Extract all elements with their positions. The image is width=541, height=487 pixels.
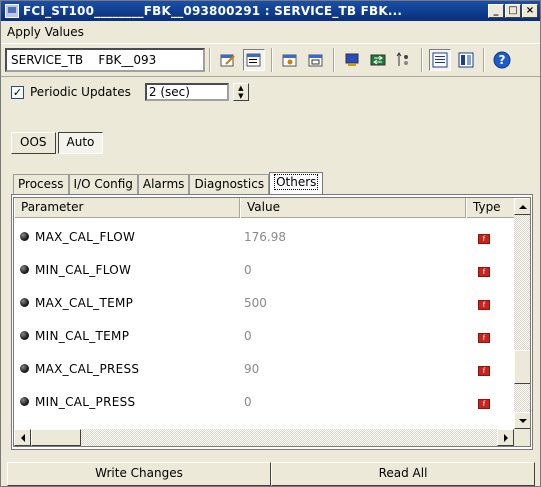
- maximize-button[interactable]: □: [505, 4, 521, 18]
- tab-alarms[interactable]: Alarms: [137, 174, 190, 194]
- parameter-name: MIN_CAL_TEMP: [35, 328, 130, 343]
- table-row[interactable]: MIN_CAL_TEMP 0 f: [14, 319, 514, 352]
- status-dot-icon: [20, 364, 29, 373]
- parameter-name: MAX_CAL_TEMP: [35, 295, 134, 310]
- toolbar: SERVICE_TB FBK__093 ?: [1, 43, 540, 77]
- parameter-name: MAX_CAL_PRESS: [35, 361, 140, 376]
- scroll-corner: [514, 429, 530, 446]
- toolbar-separator: [209, 48, 211, 72]
- scroll-left-button[interactable]: [14, 429, 31, 446]
- parameter-value[interactable]: 90: [240, 362, 466, 376]
- parameter-grid: Parameter Value Type MAX_CAL_FLOW 176.98…: [13, 197, 531, 447]
- list-view-icon[interactable]: [455, 49, 477, 71]
- toolbar-separator: [483, 48, 485, 72]
- toolbar-separator: [271, 48, 273, 72]
- interval-input[interactable]: 2 (sec): [144, 83, 229, 101]
- parameter-name: MIN_CAL_PRESS: [35, 394, 136, 409]
- help-icon[interactable]: ?: [491, 49, 513, 71]
- arrow-left-icon: [20, 433, 25, 442]
- vertical-scroll-thumb[interactable]: [514, 350, 530, 384]
- tag-field[interactable]: SERVICE_TB FBK__093: [5, 48, 205, 72]
- arrow-right-icon: [503, 433, 508, 442]
- detail-view-icon[interactable]: [429, 49, 451, 71]
- arrow-up-icon: [518, 204, 527, 209]
- table-row[interactable]: MAX_CAL_PRESS 90 f: [14, 352, 514, 385]
- spin-up-icon[interactable]: ▲: [234, 84, 248, 92]
- parameter-value[interactable]: 0: [240, 329, 466, 343]
- edit-list-icon[interactable]: [243, 49, 265, 71]
- status-dot-icon: [20, 232, 29, 241]
- grid-header: Parameter Value Type: [14, 198, 514, 218]
- screen-icon[interactable]: [305, 49, 327, 71]
- horizontal-scroll-thumb[interactable]: [31, 429, 81, 446]
- interval-spinner[interactable]: ▲ ▼: [232, 83, 249, 101]
- status-dot-icon: [20, 298, 29, 307]
- periodic-updates-row: ✓ Periodic Updates 2 (sec) ▲ ▼: [11, 81, 249, 103]
- tab-diagnostics[interactable]: Diagnostics: [189, 174, 270, 194]
- title-bar[interactable]: FCI_ST100________FBK__093800291 : SERVIC…: [1, 1, 540, 21]
- tab-io-config[interactable]: I/O Config: [68, 174, 138, 194]
- parameter-name: MAX_CAL_FLOW: [35, 229, 136, 244]
- scroll-down-button[interactable]: [514, 412, 530, 429]
- tab-others-label: Others: [274, 174, 319, 190]
- table-row[interactable]: MIN_CAL_FLOW 0 f: [14, 253, 514, 286]
- parameter-value[interactable]: 176.98: [240, 230, 466, 244]
- tab-strip: Process I/O Config Alarms Diagnostics Ot…: [13, 172, 324, 194]
- table-row[interactable]: MAX_CAL_FLOW 176.98 f: [14, 220, 514, 253]
- toolbar-separator: [333, 48, 335, 72]
- periodic-updates-label: Periodic Updates: [30, 85, 131, 99]
- scroll-up-button[interactable]: [514, 198, 530, 215]
- app-icon: [5, 4, 19, 18]
- close-button[interactable]: ×: [522, 4, 538, 18]
- periodic-updates-checkbox[interactable]: ✓: [11, 85, 24, 99]
- table-row[interactable]: MIN_CAL_PRESS 0 f: [14, 385, 514, 418]
- status-dot-icon: [20, 331, 29, 340]
- column-header-type[interactable]: Type: [466, 198, 514, 218]
- oos-button[interactable]: OOS: [11, 132, 56, 154]
- column-header-parameter[interactable]: Parameter: [14, 198, 240, 218]
- edit-icon[interactable]: [217, 49, 239, 71]
- parameter-value[interactable]: 0: [240, 395, 466, 409]
- bottom-buttons: Write Changes Read All: [7, 462, 535, 486]
- tab-others[interactable]: Others: [269, 172, 324, 194]
- toolbar-separator: [421, 48, 423, 72]
- float-type-icon: f: [478, 398, 490, 409]
- minimize-button[interactable]: _: [488, 4, 504, 18]
- window-title: FCI_ST100________FBK__093800291 : SERVIC…: [23, 4, 403, 18]
- main-window: FCI_ST100________FBK__093800291 : SERVIC…: [0, 0, 541, 487]
- horizontal-scrollbar[interactable]: [14, 429, 514, 446]
- scroll-right-button[interactable]: [497, 429, 514, 446]
- float-type-icon: f: [478, 233, 490, 244]
- tab-process[interactable]: Process: [13, 174, 69, 194]
- mode-buttons: OOS Auto: [11, 132, 104, 154]
- sort-icon[interactable]: [393, 49, 415, 71]
- menu-apply-values[interactable]: Apply Values: [7, 25, 84, 39]
- parameter-value[interactable]: 0: [240, 263, 466, 277]
- grid-rows: MAX_CAL_FLOW 176.98 f MIN_CAL_FLOW 0 f M…: [14, 220, 514, 418]
- read-all-button[interactable]: Read All: [271, 462, 535, 486]
- parameter-name: MIN_CAL_FLOW: [35, 262, 132, 277]
- status-dot-icon: [20, 397, 29, 406]
- float-type-icon: f: [478, 266, 490, 277]
- float-type-icon: f: [478, 332, 490, 343]
- float-type-icon: f: [478, 299, 490, 310]
- monitor-icon[interactable]: [341, 49, 363, 71]
- camera-icon[interactable]: [279, 49, 301, 71]
- transfer-icon[interactable]: [367, 49, 389, 71]
- write-changes-button[interactable]: Write Changes: [7, 462, 271, 486]
- svg-text:?: ?: [499, 53, 506, 67]
- table-row[interactable]: MAX_CAL_TEMP 500 f: [14, 286, 514, 319]
- menu-bar: Apply Values: [1, 21, 540, 43]
- parameter-value[interactable]: 500: [240, 296, 466, 310]
- vertical-scrollbar[interactable]: [514, 198, 530, 429]
- column-header-value[interactable]: Value: [240, 198, 466, 218]
- auto-button[interactable]: Auto: [57, 132, 104, 154]
- float-type-icon: f: [478, 365, 490, 376]
- status-dot-icon: [20, 265, 29, 274]
- arrow-down-icon: [518, 418, 527, 423]
- spin-down-icon[interactable]: ▼: [234, 92, 248, 100]
